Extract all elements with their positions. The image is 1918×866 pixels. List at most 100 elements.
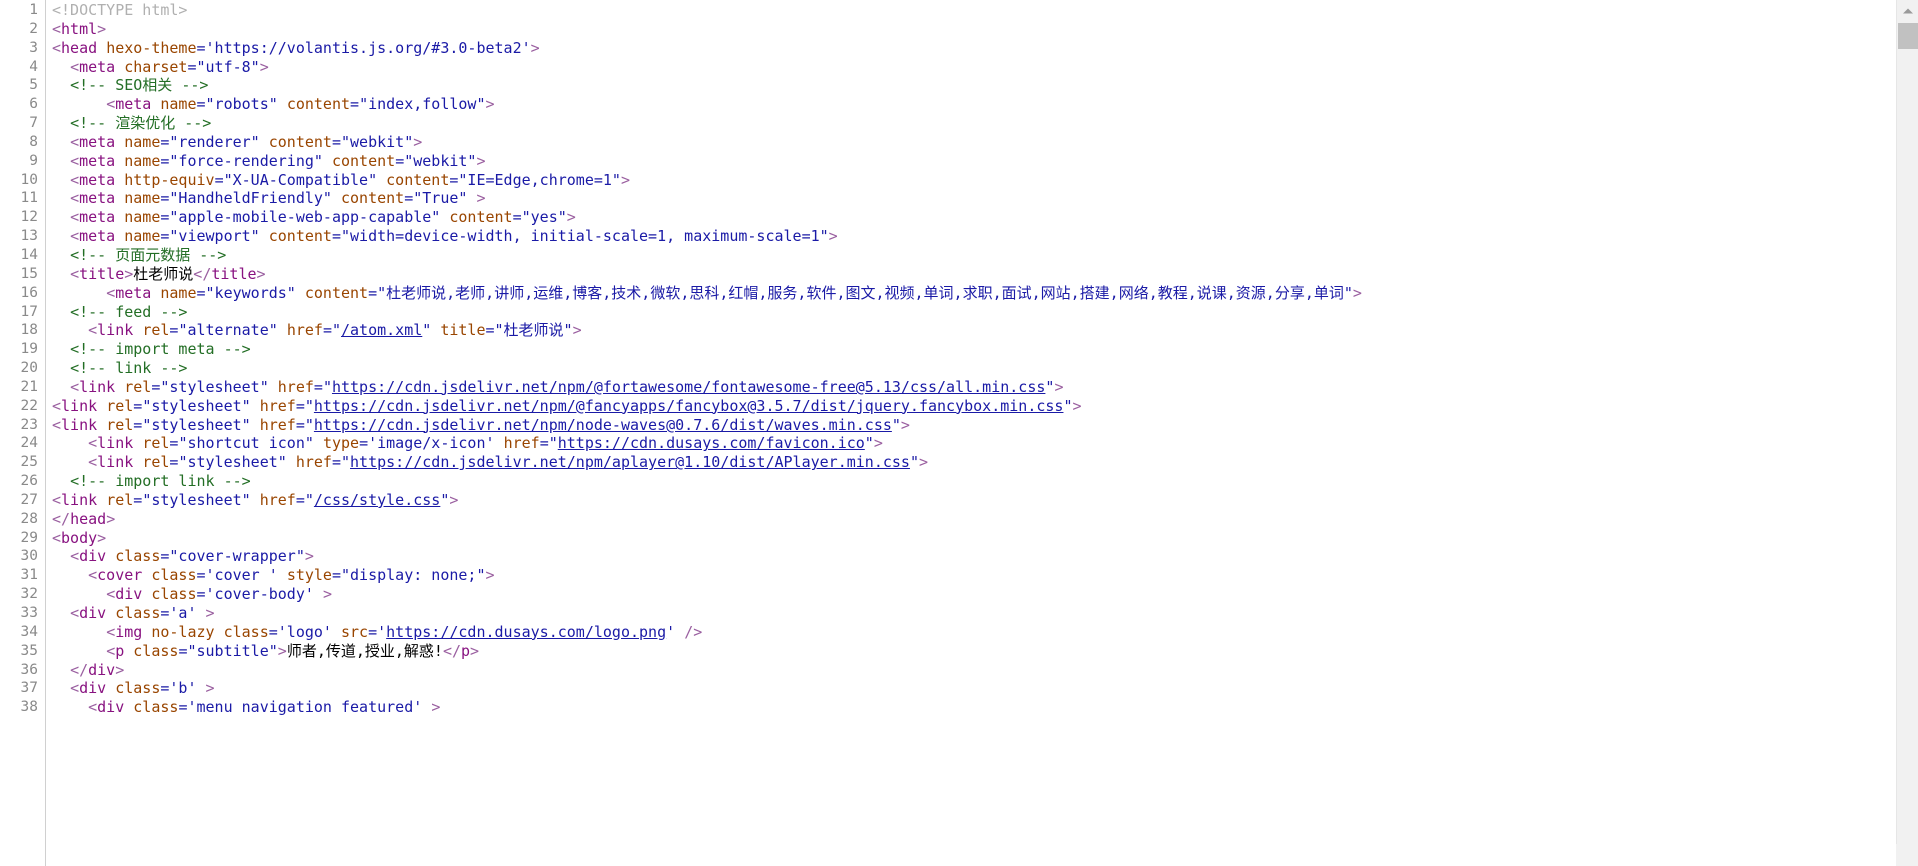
token-tag: body [61,528,98,547]
token-attr: href [503,434,540,453]
token-punct: < [70,679,80,698]
token-punct: </ [442,641,461,660]
token-doctype: <!DOCTYPE html> [52,1,188,19]
line-number: 32 [20,586,38,603]
line-number: 3 [29,39,38,56]
token-val: 'menu navigation featured' [187,698,423,717]
token-plain: = [268,622,278,641]
token-val: "utf-8" [196,57,260,76]
token-plain: = [196,95,206,114]
token-tag: html [61,19,98,38]
source-link[interactable]: https://cdn.jsdelivr.net/npm/aplayer@1.1… [350,453,910,471]
scrollbar-up-arrow-button[interactable] [1897,0,1918,21]
token-punct: > [470,641,480,660]
token-attr: content [268,132,332,151]
source-line: <!-- import meta --> [52,340,1918,359]
token-punct: > [900,415,910,434]
token-punct: < [88,434,98,453]
token-tag: p [115,641,125,660]
token-punct: < [52,490,62,509]
source-link[interactable]: https://cdn.dusays.com/logo.png [386,623,666,641]
source-line: <cover class='cover ' style="display: no… [52,566,1918,585]
token-plain: = [295,490,305,509]
token-punct: > [485,566,495,585]
token-plain: = [368,283,378,302]
token-tag: head [70,509,107,528]
token-val: "subtitle" [187,641,278,660]
token-val: "cover-wrapper" [169,547,305,566]
token-punct: > [106,509,116,528]
token-val: " [304,396,314,415]
line-number: 27 [20,491,38,508]
token-tag: link [61,396,98,415]
line-number: 21 [20,378,38,395]
source-link[interactable]: https://cdn.dusays.com/favicon.ico [558,434,865,452]
line-number: 9 [29,152,38,169]
token-val: "stylesheet" [178,453,287,472]
source-line: <link rel="stylesheet" href="https://cdn… [52,397,1918,416]
source-link[interactable]: /css/style.css [314,491,440,509]
token-val: 'b' [169,679,197,698]
token-val: " [864,434,874,453]
token-punct: > [1054,377,1064,396]
token-val: ' [377,622,387,641]
vertical-scrollbar[interactable] [1896,0,1918,866]
token-plain: = [539,434,549,453]
token-punct: < [70,208,80,227]
source-code-pane[interactable]: <!DOCTYPE html> <html> <head hexo-theme='h… [46,0,1918,866]
scrollbar-thumb[interactable] [1898,23,1918,49]
chevron-up-icon [1902,8,1913,13]
token-val: " [1063,396,1073,415]
source-link[interactable]: https://cdn.jsdelivr.net/npm/@fortawesom… [332,378,1045,396]
source-link[interactable]: https://cdn.jsdelivr.net/npm/@fancyapps/… [314,397,1064,415]
token-plain: = [331,566,341,585]
line-number: 6 [29,96,38,113]
token-punct: < [70,264,80,283]
token-tag: meta [79,57,116,76]
line-number: 31 [20,567,38,584]
token-tag: meta [79,227,116,246]
token-attr: charset [124,57,188,76]
line-number: 18 [20,322,38,339]
token-val: "yes" [521,208,567,227]
line-number: 25 [20,454,38,471]
token-attr: rel [124,377,152,396]
source-line: <link rel="stylesheet" href="https://cdn… [52,453,1918,472]
source-line: <!-- 渲染优化 --> [52,114,1918,133]
line-number-gutter: 1 2 3 4 5 6 7 8 9 10 11 12 13 14 15 16 17 18 19 20 21 22 23 24 2… [0,0,46,866]
token-attr: href [259,415,296,434]
token-comment: <!-- 页面元数据 --> [70,245,227,264]
token-attr: content [341,189,405,208]
line-number: 13 [20,228,38,245]
token-punct: > [918,453,929,472]
source-line: <link rel="shortcut icon" type='image/x-… [52,434,1918,453]
source-link[interactable]: https://cdn.jsdelivr.net/npm/node-waves@… [314,416,892,434]
token-attr: class [151,566,197,585]
source-link[interactable]: /atom.xml [341,321,422,339]
token-punct: < [70,547,80,566]
token-val: "stylesheet" [160,377,269,396]
